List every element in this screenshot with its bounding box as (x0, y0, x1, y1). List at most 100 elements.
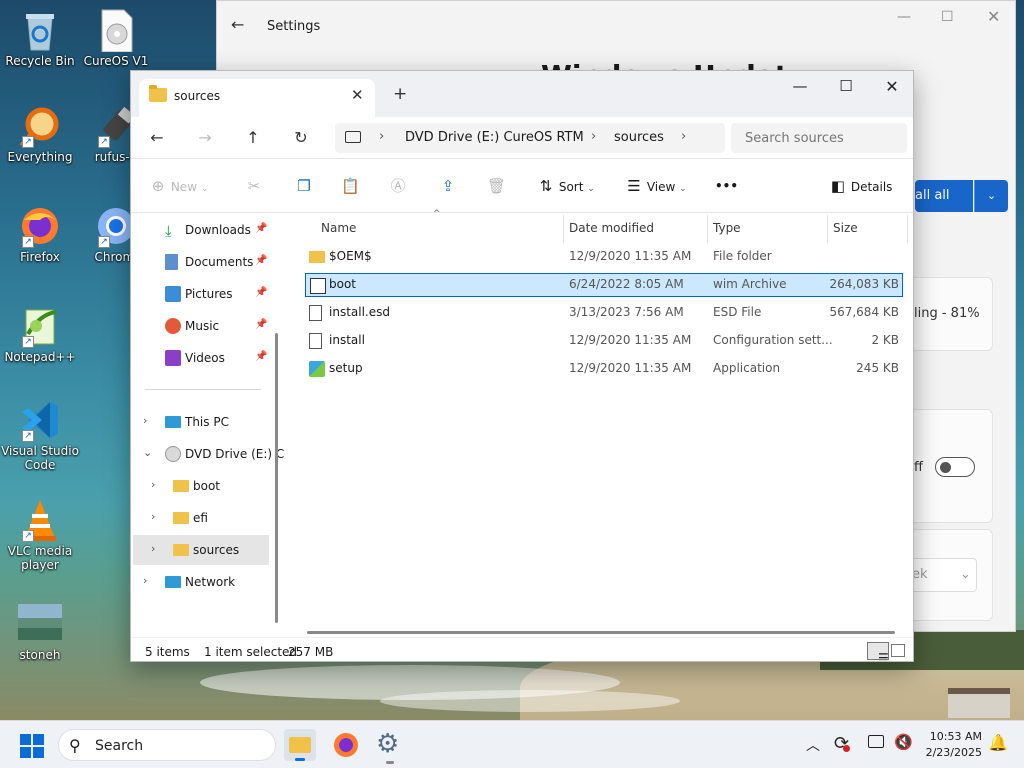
breadcrumb-sources[interactable]: sources (614, 130, 664, 145)
chevron-right-icon[interactable]: › (151, 478, 155, 491)
refresh-icon[interactable]: ↻ (287, 126, 315, 150)
nav-item-documents[interactable]: Documents 📌 (131, 247, 279, 277)
back-arrow-icon[interactable]: ← (231, 15, 244, 34)
delete-button[interactable]: 🗑 (487, 175, 506, 197)
table-row[interactable]: install 12/9/2020 11:35 AM Configuration… (305, 329, 903, 353)
taskbar-search[interactable]: ⚲ Search (58, 729, 276, 761)
nav-item-downloads[interactable]: ⤓ Downloads 📌 (131, 215, 279, 245)
latest-updates-toggle[interactable] (935, 457, 975, 477)
column-divider[interactable] (563, 215, 564, 243)
pause-updates-select[interactable]: ek ⌄ (909, 558, 977, 592)
chevron-right-icon[interactable]: › (151, 542, 155, 555)
nav-item-pictures[interactable]: Pictures 📌 (131, 279, 279, 309)
chevron-right-icon[interactable]: › (681, 129, 686, 144)
paste-button[interactable]: 📋 (341, 175, 360, 197)
copy-button[interactable]: ❐ (295, 175, 313, 197)
cut-button[interactable]: ✂ (245, 175, 263, 197)
nav-item-music[interactable]: Music 📌 (131, 311, 279, 341)
chevron-right-icon[interactable]: › (143, 414, 147, 427)
desktop-icon-recycle-bin[interactable]: Recycle Bin (0, 8, 80, 68)
volume-muted-icon[interactable]: 🔇 (894, 733, 913, 751)
sort-button[interactable]: ⇅ Sort ⌄ (537, 175, 595, 197)
nav-item-network[interactable]: › Network (131, 567, 279, 597)
install-all-dropdown[interactable]: ⌄ (974, 180, 1008, 212)
up-arrow-icon[interactable]: ↑ (239, 126, 267, 150)
network-icon[interactable] (868, 735, 884, 748)
chevron-down-icon[interactable]: ⌄ (143, 446, 152, 459)
column-divider[interactable] (707, 215, 708, 243)
chevron-right-icon[interactable]: › (379, 129, 384, 144)
desktop-icon-stoneh[interactable]: stoneh (0, 602, 80, 662)
desktop-icon-vscode[interactable]: ↗ Visual Studio Code (0, 398, 80, 472)
notepadpp-icon: ↗ (18, 304, 62, 348)
column-header-name[interactable]: Name (321, 221, 356, 235)
close-icon[interactable]: ✕ (877, 77, 907, 96)
minimize-icon[interactable]: — (897, 9, 911, 25)
table-row[interactable]: install.esd 3/13/2023 7:56 AM ESD File 5… (305, 301, 903, 325)
forward-arrow-icon[interactable]: → (191, 126, 219, 150)
pin-icon[interactable]: 📌 (255, 287, 267, 298)
pin-icon[interactable]: 📌 (255, 319, 267, 330)
minimize-icon[interactable]: — (785, 77, 815, 95)
horizontal-scrollbar[interactable] (307, 631, 895, 634)
desktop-icon-label: VLC media player (7, 544, 73, 572)
folder-icon (173, 480, 189, 492)
nav-scrollbar[interactable] (275, 333, 278, 623)
desktop-icon-vlc[interactable]: ↗ VLC media player (0, 498, 80, 572)
folder-icon (173, 544, 189, 556)
more-options-button[interactable]: ••• (715, 175, 738, 197)
column-header-type[interactable]: Type (713, 221, 741, 235)
pin-icon[interactable]: 📌 (255, 255, 267, 266)
close-tab-icon[interactable]: ✕ (351, 86, 364, 104)
notification-bell-icon[interactable]: 🔔 (988, 733, 1008, 752)
column-header-size[interactable]: Size (833, 221, 858, 235)
table-row[interactable]: boot 6/24/2022 8:05 AM wim Archive 264,0… (305, 273, 903, 297)
taskbar-app-firefox[interactable] (330, 729, 362, 761)
nav-item-boot[interactable]: › boot (131, 471, 279, 501)
details-view-button[interactable]: ☰ (867, 642, 889, 661)
pin-icon[interactable]: 📌 (255, 223, 267, 234)
new-button[interactable]: ⊕ New ⌄ (149, 175, 209, 197)
new-tab-button[interactable]: + (393, 84, 407, 104)
column-divider[interactable] (827, 215, 828, 243)
desktop-icon-everything[interactable]: ↗ Everything (0, 104, 80, 164)
desktop-icon-label: stoneh (19, 648, 61, 662)
share-button[interactable]: ⇪ (439, 175, 457, 197)
chevron-right-icon[interactable]: › (591, 129, 596, 144)
column-header-date[interactable]: Date modified (569, 221, 654, 235)
desktop-icon-cureos[interactable]: CureOS V1 (76, 8, 156, 68)
maximize-icon[interactable]: ☐ (831, 77, 861, 95)
nav-item-videos[interactable]: Videos 📌 (131, 343, 279, 373)
tiles-view-button[interactable] (891, 644, 905, 657)
nav-item-efi[interactable]: › efi (131, 503, 279, 533)
search-input[interactable] (731, 123, 907, 153)
table-row[interactable]: setup 12/9/2020 11:35 AM Application 245… (305, 357, 903, 381)
column-divider[interactable] (907, 215, 908, 243)
nav-item-this-pc[interactable]: › This PC (131, 407, 279, 437)
details-pane-button[interactable]: ◧ Details (829, 175, 893, 197)
back-arrow-icon[interactable]: ← (143, 126, 171, 150)
clock[interactable]: 10:53 AM 2/23/2025 (920, 729, 982, 761)
taskbar-app-file-explorer[interactable] (284, 729, 316, 761)
desktop-icon-firefox[interactable]: ↗ Firefox (0, 204, 80, 264)
nav-item-dvd-drive[interactable]: ⌄ DVD Drive (E:) C (131, 439, 284, 469)
start-button[interactable] (20, 734, 44, 758)
rename-button[interactable]: Ⓐ (389, 175, 407, 197)
chevron-up-icon[interactable]: ︿ (806, 735, 820, 755)
close-icon[interactable]: ✕ (987, 7, 1000, 26)
table-row[interactable]: $OEM$ 12/9/2020 11:35 AM File folder (305, 245, 903, 269)
install-all-button[interactable]: all all (915, 180, 973, 212)
address-bar[interactable]: › DVD Drive (E:) CureOS RTM › sources › (335, 123, 725, 153)
nav-item-sources[interactable]: › sources (133, 535, 269, 565)
tab-sources[interactable]: sources ✕ (139, 79, 375, 117)
chevron-down-icon: ⌄ (587, 184, 595, 194)
view-button[interactable]: ☰ View ⌄ (625, 175, 686, 197)
desktop-icon-notepadpp[interactable]: ↗ Notepad++ (0, 304, 80, 364)
chevron-right-icon[interactable]: › (143, 574, 147, 587)
maximize-icon[interactable]: ☐ (941, 9, 954, 25)
taskbar-app-settings[interactable]: ⚙ (374, 729, 406, 764)
breadcrumb-dvd-drive[interactable]: DVD Drive (E:) CureOS RTM (405, 130, 584, 145)
chevron-right-icon[interactable]: › (151, 510, 155, 523)
clock-date: 2/23/2025 (925, 746, 982, 759)
pin-icon[interactable]: 📌 (255, 351, 267, 362)
